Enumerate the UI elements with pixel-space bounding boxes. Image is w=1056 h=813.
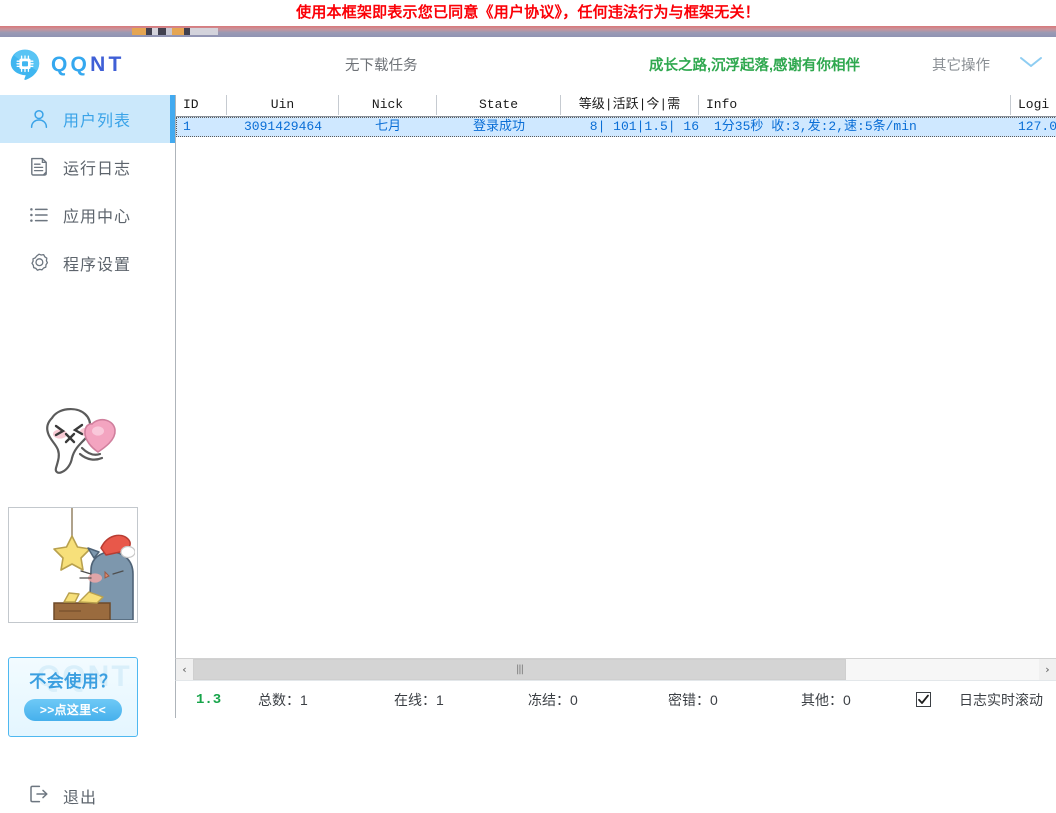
sidebar-item-label: 程序设置 — [63, 251, 131, 275]
exit-label: 退出 — [63, 784, 97, 808]
cat-star-sticker-card — [8, 507, 138, 623]
sidebar-item-app-center[interactable]: 应用中心 — [0, 191, 175, 239]
cell-info: 1分35秒 收:3,发:2,速:5条/min — [707, 117, 1011, 137]
agreement-warning-text: 使用本框架即表示您已同意《用户协议》，任何违法行为与框架无关！ — [296, 0, 760, 26]
cell-state: 登录成功 — [437, 117, 561, 137]
frozen-count-label: 冻结：0 — [528, 681, 578, 719]
version-label: 1.3 — [196, 681, 221, 719]
brand-letter-t: T — [108, 53, 124, 76]
scroll-left-button[interactable]: ‹ — [176, 659, 193, 680]
sidebar-item-label: 应用中心 — [63, 203, 131, 227]
sidebar: 用户列表 运行日志 — [0, 95, 175, 718]
sidebar-item-user-list[interactable]: 用户列表 — [0, 95, 175, 143]
table-header-stats[interactable]: 等级|活跃|今|需 — [561, 95, 699, 115]
sidebar-item-program-settings[interactable]: 程序设置 — [0, 239, 175, 287]
background-window-glyphs — [132, 28, 218, 35]
password-error-label: 密错：0 — [668, 681, 718, 719]
slogan-text: 成长之路,沉浮起落,感谢有你相伴 — [649, 37, 860, 95]
horizontal-scrollbar[interactable]: ‹ ||| › — [175, 658, 1056, 680]
cell-login: 127.0 — [1011, 117, 1056, 137]
cell-uin: 3091429464 — [227, 117, 339, 137]
table-header-id[interactable]: ID — [176, 95, 227, 115]
table-header-row: ID Uin Nick State 等级|活跃|今|需 Info Logi — [176, 95, 1056, 117]
status-bar: 1.3 总数：1 在线：1 冻结：0 密错：0 其他：0 日志实时滚动 — [175, 680, 1056, 718]
sidebar-item-label: 用户列表 — [63, 107, 131, 131]
table-row[interactable]: 1 3091429464 七月 登录成功 8| 101|1.5| 16 1分35… — [176, 117, 1056, 137]
brand-letter-q2: Q — [71, 53, 91, 76]
user-list-table: ID Uin Nick State 等级|活跃|今|需 Info Logi 1 … — [175, 95, 1056, 658]
table-header-login[interactable]: Logi — [1011, 95, 1056, 115]
meme-heart-sticker-icon — [30, 398, 130, 490]
app-header: QQNT 无下载任务 成长之路,沉浮起落,感谢有你相伴 其它操作 — [0, 37, 1056, 96]
scrollbar-thumb[interactable]: ||| — [193, 659, 846, 680]
logout-icon — [28, 783, 50, 810]
cell-stats: 8| 101|1.5| 16 — [561, 117, 699, 137]
table-header-uin[interactable]: Uin — [227, 95, 339, 115]
total-count-label: 总数：1 — [258, 681, 308, 719]
table-header-nick[interactable]: Nick — [339, 95, 437, 115]
exit-button[interactable]: 退出 — [0, 779, 203, 813]
scrollbar-track[interactable]: ||| — [193, 659, 1039, 680]
agreement-warning-banner: 使用本框架即表示您已同意《用户协议》，任何违法行为与框架无关！ — [0, 0, 1056, 26]
table-header-info[interactable]: Info — [699, 95, 1011, 115]
log-autoscroll-label: 日志实时滚动 — [959, 681, 1043, 719]
list-icon — [28, 204, 50, 226]
help-promo-card[interactable]: QQNT 不会使用？ >>点这里<< — [8, 657, 138, 737]
table-header-state[interactable]: State — [437, 95, 561, 115]
document-icon — [28, 156, 50, 178]
sidebar-item-label: 运行日志 — [63, 155, 131, 179]
more-actions-button[interactable]: 其它操作 — [932, 37, 990, 95]
scrollbar-grip-icon: ||| — [516, 664, 523, 675]
online-count-label: 在线：1 — [394, 681, 444, 719]
chip-bubble-logo-icon — [8, 48, 42, 82]
chevron-left-icon: ‹ — [182, 664, 186, 675]
app-window: 使用本框架即表示您已同意《用户协议》，任何违法行为与框架无关！ — [0, 0, 1056, 718]
check-icon — [917, 693, 930, 706]
scroll-right-button[interactable]: › — [1039, 659, 1056, 680]
cell-nick: 七月 — [339, 117, 437, 137]
background-window-titlebar-sliver — [0, 26, 1056, 37]
download-status-text: 无下载任务 — [345, 37, 418, 95]
brand: QQNT — [8, 48, 125, 82]
sidebar-item-run-log[interactable]: 运行日志 — [0, 143, 175, 191]
brand-title: QQNT — [51, 48, 125, 82]
user-icon — [28, 108, 50, 130]
gear-icon — [28, 252, 50, 274]
chevron-right-icon: › — [1045, 664, 1049, 675]
cell-id: 1 — [176, 117, 227, 137]
promo-title: 不会使用？ — [9, 667, 137, 692]
brand-letter-n: N — [90, 53, 108, 76]
log-autoscroll-checkbox[interactable] — [916, 692, 931, 707]
chevron-down-icon[interactable] — [1018, 55, 1044, 69]
other-count-label: 其他：0 — [801, 681, 851, 719]
brand-letter-q1: Q — [51, 53, 71, 76]
